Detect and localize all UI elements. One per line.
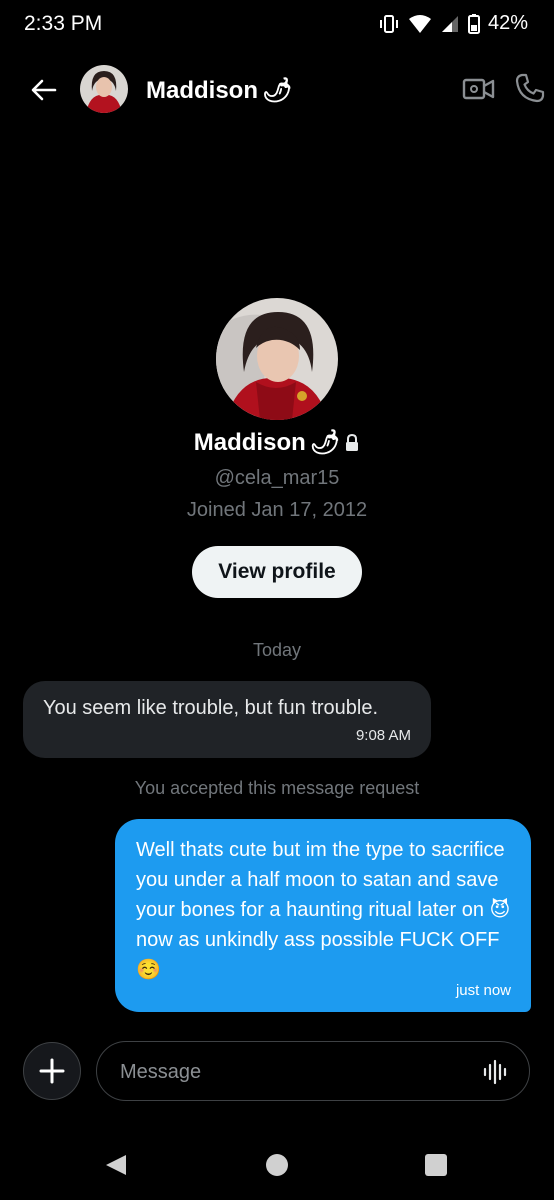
profile-handle: @cela_mar15: [214, 467, 340, 489]
nav-back-icon[interactable]: [104, 1153, 128, 1177]
header-avatar[interactable]: [80, 65, 128, 113]
plus-icon: [39, 1058, 65, 1084]
view-profile-button[interactable]: View profile: [192, 546, 362, 598]
battery-icon: [467, 13, 480, 34]
lock-icon: [346, 433, 359, 451]
phone-icon[interactable]: [514, 72, 546, 104]
profile-name-text: Maddison: [193, 428, 306, 456]
back-arrow-icon[interactable]: [28, 74, 60, 106]
profile-avatar[interactable]: [216, 298, 338, 420]
chili-pepper-emoji: 🌶: [262, 77, 293, 104]
message-input[interactable]: [118, 1056, 452, 1088]
battery-percent: 42%: [487, 12, 528, 34]
wifi-icon: [408, 14, 431, 33]
profile-joined-date: Joined Jan 17, 2012: [186, 499, 368, 521]
voice-message-icon[interactable]: [483, 1059, 509, 1085]
message-field[interactable]: [96, 1041, 530, 1101]
incoming-message[interactable]: You seem like trouble, but fun trouble. …: [23, 681, 431, 758]
outgoing-message[interactable]: Well thats cute but im the type to sacri…: [115, 819, 531, 1012]
day-separator: Today: [252, 640, 302, 660]
header-name-text: Maddison: [146, 76, 258, 104]
status-time: 2:33 PM: [24, 12, 103, 35]
chili-pepper-emoji: 🌶: [309, 429, 341, 456]
system-notice: You accepted this message request: [134, 778, 420, 798]
nav-home-button[interactable]: [266, 1154, 288, 1176]
incoming-message-time: 9:08 AM: [355, 727, 411, 744]
outgoing-message-time: just now: [455, 982, 511, 999]
nav-recents-button[interactable]: [425, 1154, 447, 1176]
signal-icon: [441, 15, 458, 32]
incoming-message-text: You seem like trouble, but fun trouble.: [43, 697, 379, 719]
add-attachment-button[interactable]: [23, 1042, 81, 1100]
status-icons: 42%: [378, 12, 528, 35]
video-call-icon[interactable]: [462, 74, 496, 104]
outgoing-message-text: Well thats cute but im the type to sacri…: [136, 839, 511, 981]
header-name[interactable]: Maddison 🌶: [146, 76, 292, 105]
profile-name: Maddison 🌶: [0, 428, 554, 457]
vibrate-icon: [379, 14, 398, 33]
